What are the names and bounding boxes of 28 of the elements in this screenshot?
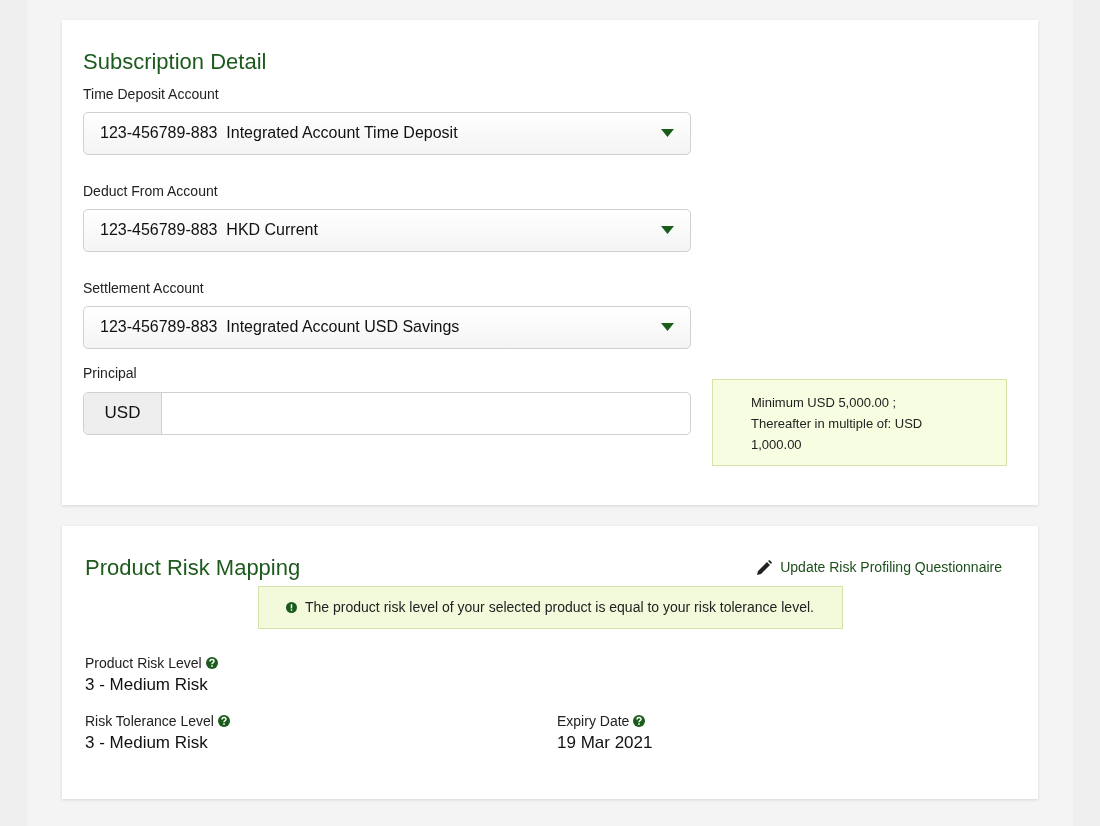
account-dropdown[interactable]: 123-456789-883 HKD Current xyxy=(83,208,691,252)
alert-text: The product risk level of your selected product is equal to your risk tolerance level. xyxy=(305,597,814,617)
field-label: Product Risk Level xyxy=(85,653,202,673)
account-dropdown[interactable]: 123-456789-883 Integrated Account USD Savings xyxy=(83,305,691,349)
caret-icon xyxy=(661,226,674,234)
update-questionnaire-link[interactable]: Update Risk Profiling Questionnaire xyxy=(757,557,1002,579)
caret-icon xyxy=(661,129,674,137)
field-label: Expiry Date xyxy=(557,711,630,731)
help-icon[interactable] xyxy=(633,715,646,728)
account-dropdown[interactable]: 123-456789-883 Integrated Account Time Deposit xyxy=(83,111,691,155)
field-label: Deduct From Account xyxy=(83,181,219,201)
field-label: Risk Tolerance Level xyxy=(85,711,214,731)
section-title: Product Risk Mapping xyxy=(85,554,301,582)
field-label: Settlement Account xyxy=(83,278,205,298)
currency-label: USD xyxy=(84,392,162,434)
info-note: Minimum USD 5,000.00 ; Thereafter in multiple of: USD 1,000.00 xyxy=(712,378,1007,466)
caret-icon xyxy=(661,323,674,331)
field-value: 3 - Medium Risk xyxy=(85,673,209,695)
field-value: 3 - Medium Risk xyxy=(85,731,209,753)
help-icon[interactable] xyxy=(205,657,218,669)
field-label: Time Deposit Account xyxy=(83,84,220,104)
section-title: Subscription Detail xyxy=(83,48,268,76)
field-label: Principal xyxy=(83,363,138,383)
info-icon xyxy=(286,601,298,613)
field-value: 19 Mar 2021 xyxy=(557,731,654,753)
help-icon[interactable] xyxy=(217,715,230,728)
principal-field[interactable]: USD xyxy=(83,391,691,435)
pencil-icon xyxy=(757,560,773,576)
